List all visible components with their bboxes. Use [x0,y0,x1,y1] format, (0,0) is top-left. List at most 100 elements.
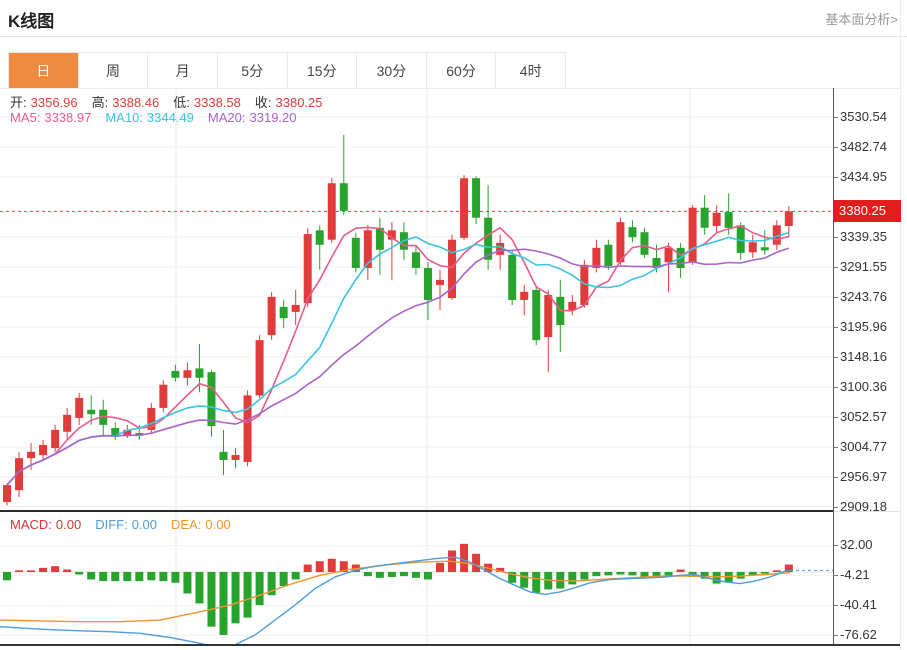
macd-bar [761,572,769,574]
axis-tick [833,117,838,118]
axis-tick [833,507,838,508]
macd-bar [304,565,312,572]
candle-body [472,178,480,218]
candle-body [183,370,191,378]
candle-body [340,183,348,211]
candle-body [532,290,540,340]
macd-bar [388,572,396,577]
ohlc-legend: 开:3356.96高:3388.46低:3338.58收:3380.25 [10,92,337,111]
diff-line [0,557,790,645]
candle-body [220,452,228,460]
dea-line [0,561,790,622]
macd-bar [39,568,47,572]
chart-bottom-border [0,644,901,646]
legend-label: 高: [92,95,109,110]
axis-tick [833,575,838,576]
axis-tick [833,147,838,148]
candle-body [761,247,769,250]
candle-body [424,268,432,300]
candle-body [304,234,312,303]
tab-月[interactable]: 月 [147,53,217,88]
candle-body [292,305,300,312]
tab-60分[interactable]: 60分 [426,53,496,88]
macd-bar [292,572,300,579]
macd-bar [773,570,781,572]
macd-bar [171,572,179,583]
tab-30分[interactable]: 30分 [356,53,426,88]
candle-body [87,410,95,414]
page-right-border [900,0,901,650]
tab-5分[interactable]: 5分 [217,53,287,88]
macd-bar [99,572,107,581]
candle-body [436,280,444,285]
candle-body [460,178,468,238]
legend-label: 收: [255,95,272,110]
fundamental-analysis-link[interactable]: 基本面分析> [825,9,898,28]
axis-tick [833,447,838,448]
tab-15分[interactable]: 15分 [287,53,357,88]
macd-bar [400,572,408,576]
axis-label: 3291.55 [840,259,887,274]
page-title: K线图 [8,7,54,32]
candle-body [544,295,552,337]
candle-body [689,208,697,263]
axis-label: 3434.95 [840,169,887,184]
candle-body [207,372,215,426]
macd-bar [27,570,35,572]
macd-bar [244,572,252,618]
candlestick-chart[interactable] [0,88,833,512]
axis-label: -76.62 [840,627,877,642]
macd-bar [520,572,528,588]
candle-body [268,297,276,335]
candle-body [63,415,71,432]
axis-tick [833,605,838,606]
candle-body [328,183,336,239]
candle-body [171,371,179,378]
macd-bar [376,572,384,578]
macd-bar [580,572,588,579]
macd-bar [159,572,167,581]
tab-周[interactable]: 周 [78,53,148,88]
legend-value: 0.00 [56,517,81,532]
candle-body [665,248,673,262]
tab-日[interactable]: 日 [9,53,78,88]
axis-tick [833,297,838,298]
macd-bar [111,572,119,581]
legend-label: 低: [173,95,190,110]
candle-body [232,455,240,460]
axis-label: 3339.35 [840,229,887,244]
tab-4时[interactable]: 4时 [495,53,565,88]
kline-widget: K线图 基本面分析> 日周月5分15分30分60分4时 开:3356.96高:3… [0,0,907,650]
candle-body [27,452,35,458]
macd-bar [207,572,215,627]
legend-value: 3338.58 [194,95,241,110]
ma-legend: MA5:3338.97MA10:3344.49MA20:3319.20 [10,110,311,125]
legend-value: 3319.20 [250,110,297,125]
macd-bar [147,572,155,580]
candle-body [785,211,793,226]
macd-bar [63,570,71,572]
axis-tick [833,635,838,636]
macd-bar [424,572,432,579]
ma5-line [7,226,789,485]
axis-label: 3100.36 [840,379,887,394]
axis-tick [833,545,838,546]
axis-label: 3482.74 [840,139,887,154]
macd-bar [75,572,83,574]
macd-bar [220,572,228,635]
macd-bar [532,572,540,593]
macd-bar [15,570,23,572]
candle-body [701,208,709,228]
macd-bar [592,572,600,576]
last-price-badge: 3380.25 [834,200,901,222]
macd-bar [364,572,372,576]
axis-tick [833,387,838,388]
candle-body [725,212,733,228]
axis-tick [833,327,838,328]
legend-label: MACD: [10,517,52,532]
axis-label: 3004.77 [840,439,887,454]
axis-label: 2956.97 [840,469,887,484]
macd-bar [436,563,444,572]
macd-bar [195,572,203,603]
candle-body [604,245,612,266]
